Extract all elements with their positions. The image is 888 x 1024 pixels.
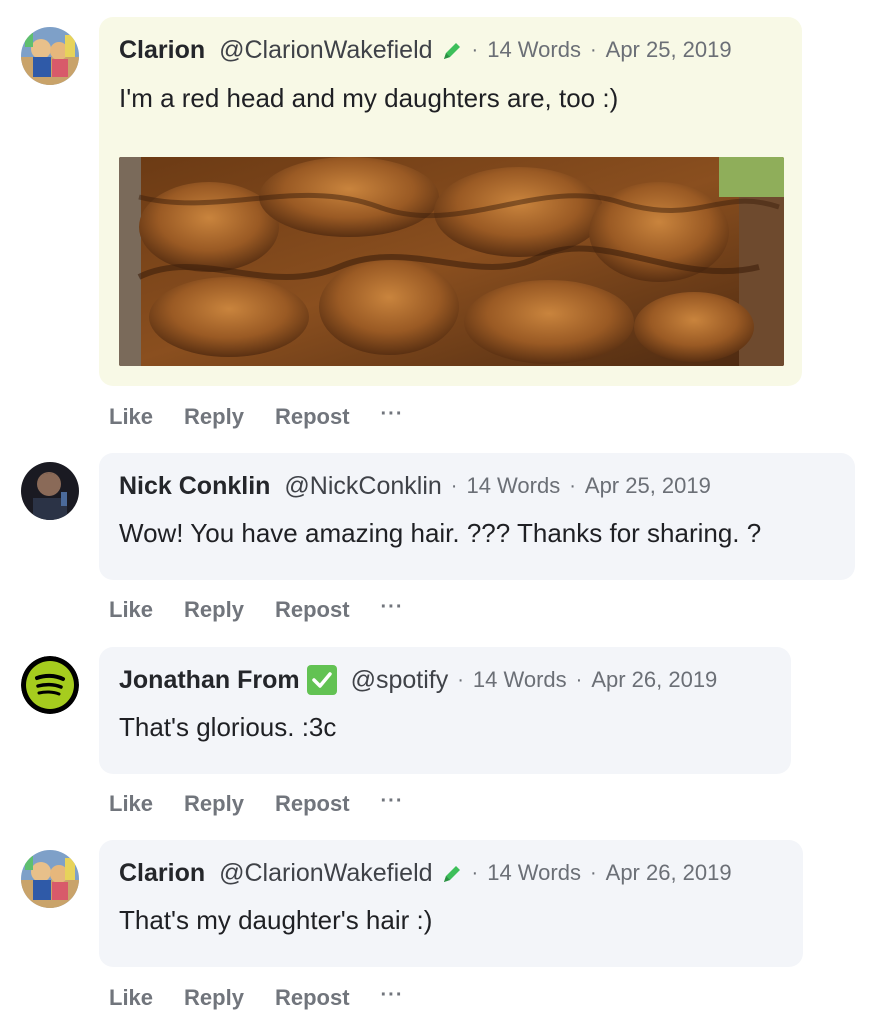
separator-dot: · [569,475,576,497]
reply-button[interactable]: Reply [184,597,244,623]
separator-dot: · [575,669,583,691]
author-handle[interactable]: @ClarionWakefield [219,35,432,65]
more-options-icon[interactable]: ··· [381,790,404,813]
reply-button[interactable]: Reply [184,791,244,817]
author-handle[interactable]: @NickConklin [284,471,441,501]
like-button[interactable]: Like [109,404,153,430]
word-count: 14 Words [487,860,581,885]
like-button[interactable]: Like [109,597,153,623]
comment-header: Nick Conklin @NickConklin · 14 Words · A… [119,471,835,501]
pencil-icon [441,39,463,61]
author-name[interactable]: Clarion [119,858,205,888]
author-name[interactable]: Nick Conklin [119,471,270,501]
like-button[interactable]: Like [109,985,153,1011]
comment-header: Clarion @ClarionWakefield · 14 Words · A… [119,35,782,65]
comment-actions: Like Reply Repost ··· [109,984,435,1011]
author-name[interactable]: Jonathan From [119,665,300,695]
comment-text: I'm a red head and my daughters are, too… [119,83,619,113]
word-count: 14 Words [487,37,581,62]
repost-button[interactable]: Repost [275,985,350,1011]
separator-dot: · [450,475,458,497]
comment-bubble: Nick Conklin @NickConklin · 14 Words · A… [99,453,855,580]
avatar[interactable] [21,850,79,908]
word-count: 14 Words [466,473,561,498]
repost-button[interactable]: Repost [275,597,350,623]
comment-actions: Like Reply Repost ··· [109,596,435,623]
repost-button[interactable]: Repost [275,791,350,817]
reply-button[interactable]: Reply [184,404,244,430]
author-handle[interactable]: @spotify [351,665,449,695]
more-options-icon[interactable]: ··· [381,984,404,1007]
comment-header: Jonathan From @spotify · 14 Words · Apr … [119,665,771,695]
separator-dot: · [471,39,479,61]
verified-check-icon [306,665,337,695]
attached-image[interactable] [119,157,784,366]
comment-actions: Like Reply Repost ··· [109,790,435,817]
more-options-icon[interactable]: ··· [381,596,404,619]
repost-button[interactable]: Repost [275,404,350,430]
avatar[interactable] [21,27,79,85]
pencil-icon [441,862,463,884]
more-options-icon[interactable]: ··· [381,403,404,426]
comment-actions: Like Reply Repost ··· [109,403,435,430]
author-name[interactable]: Clarion [119,35,205,65]
comment-bubble: Clarion @ClarionWakefield · 14 Words · A… [99,840,803,967]
comment-text: That's glorious. :3c [119,712,337,742]
separator-dot: · [457,669,464,691]
comment-bubble: Jonathan From @spotify · 14 Words · Apr … [99,647,791,774]
comment-date[interactable]: Apr 26, 2019 [591,665,717,695]
avatar[interactable] [21,462,79,520]
avatar[interactable] [21,656,79,714]
comment-date[interactable]: Apr 25, 2019 [606,35,732,65]
comment-text: Wow! You have amazing hair. ??? Thanks f… [119,518,762,548]
like-button[interactable]: Like [109,791,153,817]
separator-dot: · [589,862,597,884]
comment-text: That's my daughter's hair :) [119,905,433,935]
author-handle[interactable]: @ClarionWakefield [219,858,432,888]
reply-button[interactable]: Reply [184,985,244,1011]
word-count: 14 Words [472,667,567,692]
comment-date[interactable]: Apr 26, 2019 [606,858,732,888]
separator-dot: · [589,39,597,61]
comment-date[interactable]: Apr 25, 2019 [585,471,711,501]
separator-dot: · [471,862,479,884]
comment-header: Clarion @ClarionWakefield · 14 Words · A… [119,858,783,888]
comment-bubble: Clarion @ClarionWakefield · 14 Words · A… [99,17,802,386]
